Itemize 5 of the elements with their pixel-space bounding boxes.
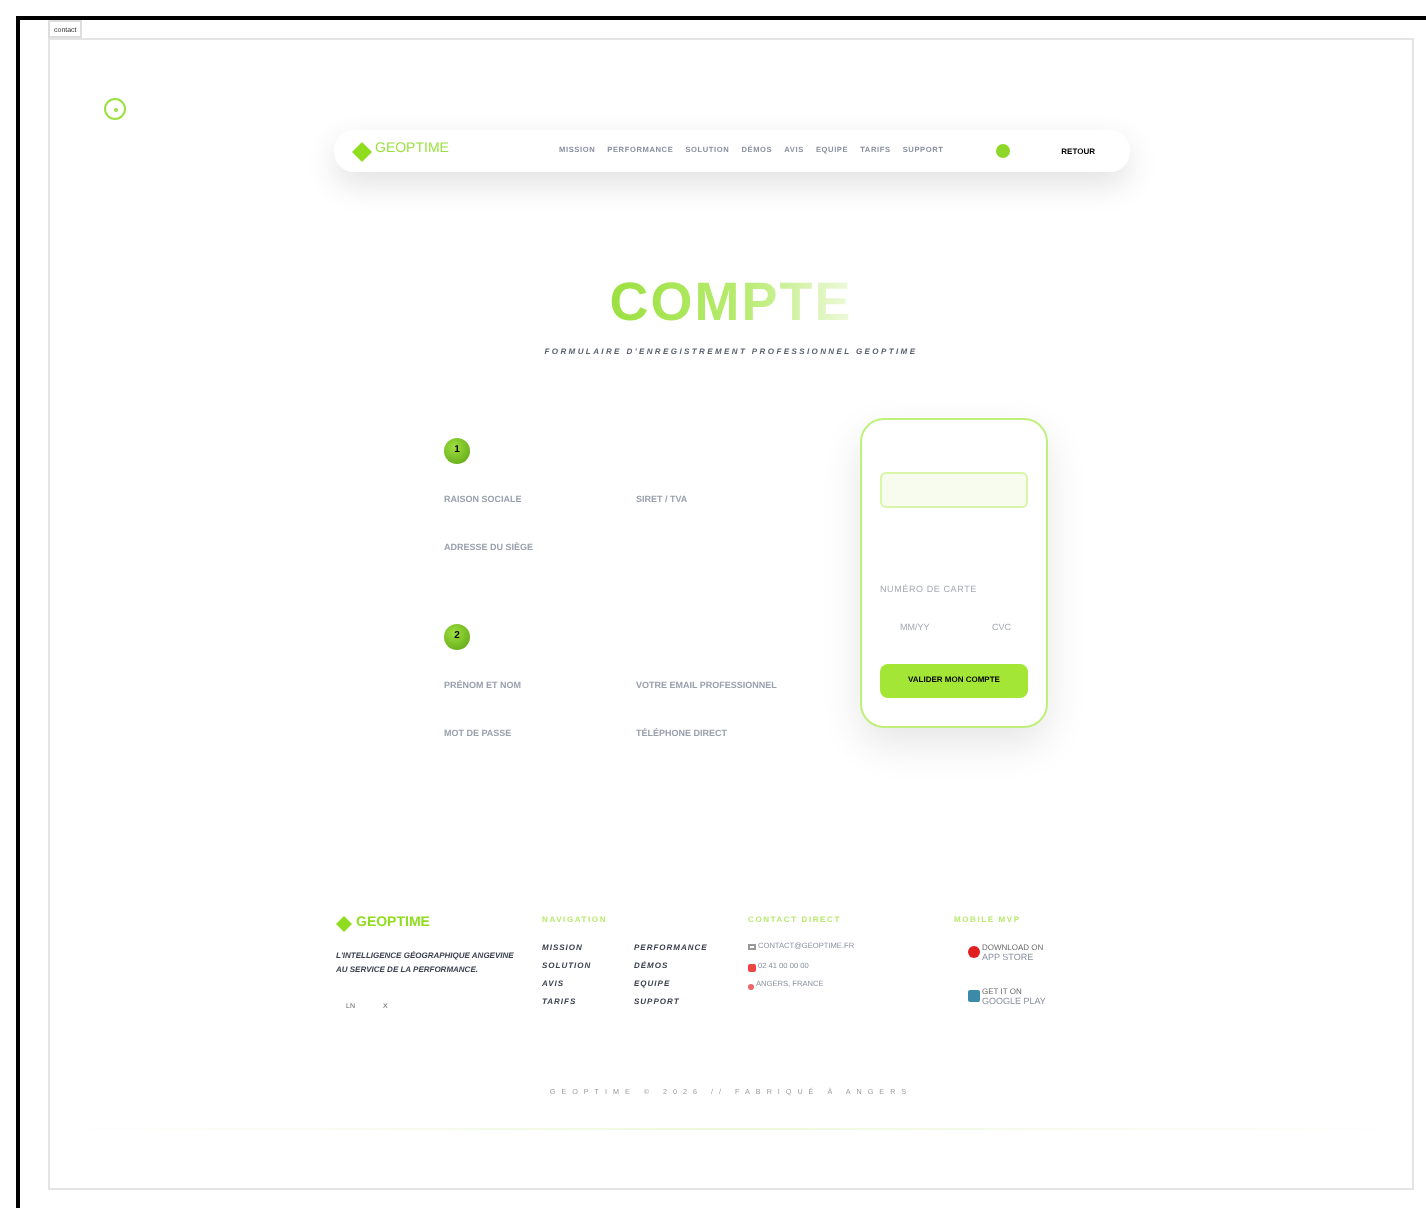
target-icon xyxy=(104,98,126,120)
mail-icon xyxy=(748,944,756,951)
logo-icon xyxy=(336,916,352,933)
input-field[interactable] xyxy=(880,472,1028,508)
logo-icon xyxy=(351,141,371,161)
